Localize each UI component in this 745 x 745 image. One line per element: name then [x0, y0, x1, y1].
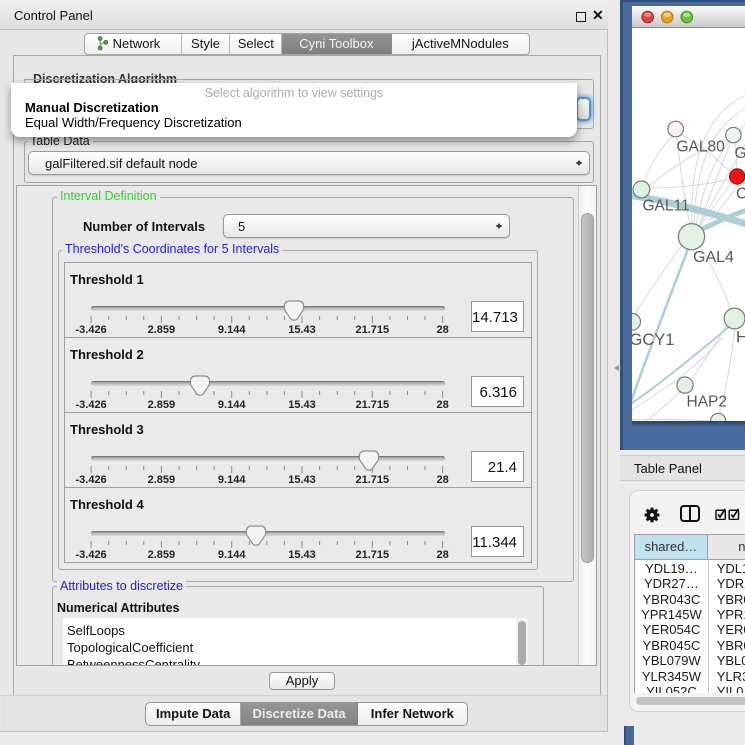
svg-text:CD: CD: [736, 186, 745, 203]
svg-text:GAL4: GAL4: [693, 249, 734, 266]
svg-text:GA: GA: [734, 145, 745, 162]
svg-text:HAP2: HAP2: [686, 394, 727, 411]
svg-text:GCY1: GCY1: [632, 331, 674, 349]
svg-text:GAL11: GAL11: [642, 198, 689, 215]
svg-text:GAL80: GAL80: [676, 139, 725, 156]
svg-text:H: H: [736, 329, 745, 347]
